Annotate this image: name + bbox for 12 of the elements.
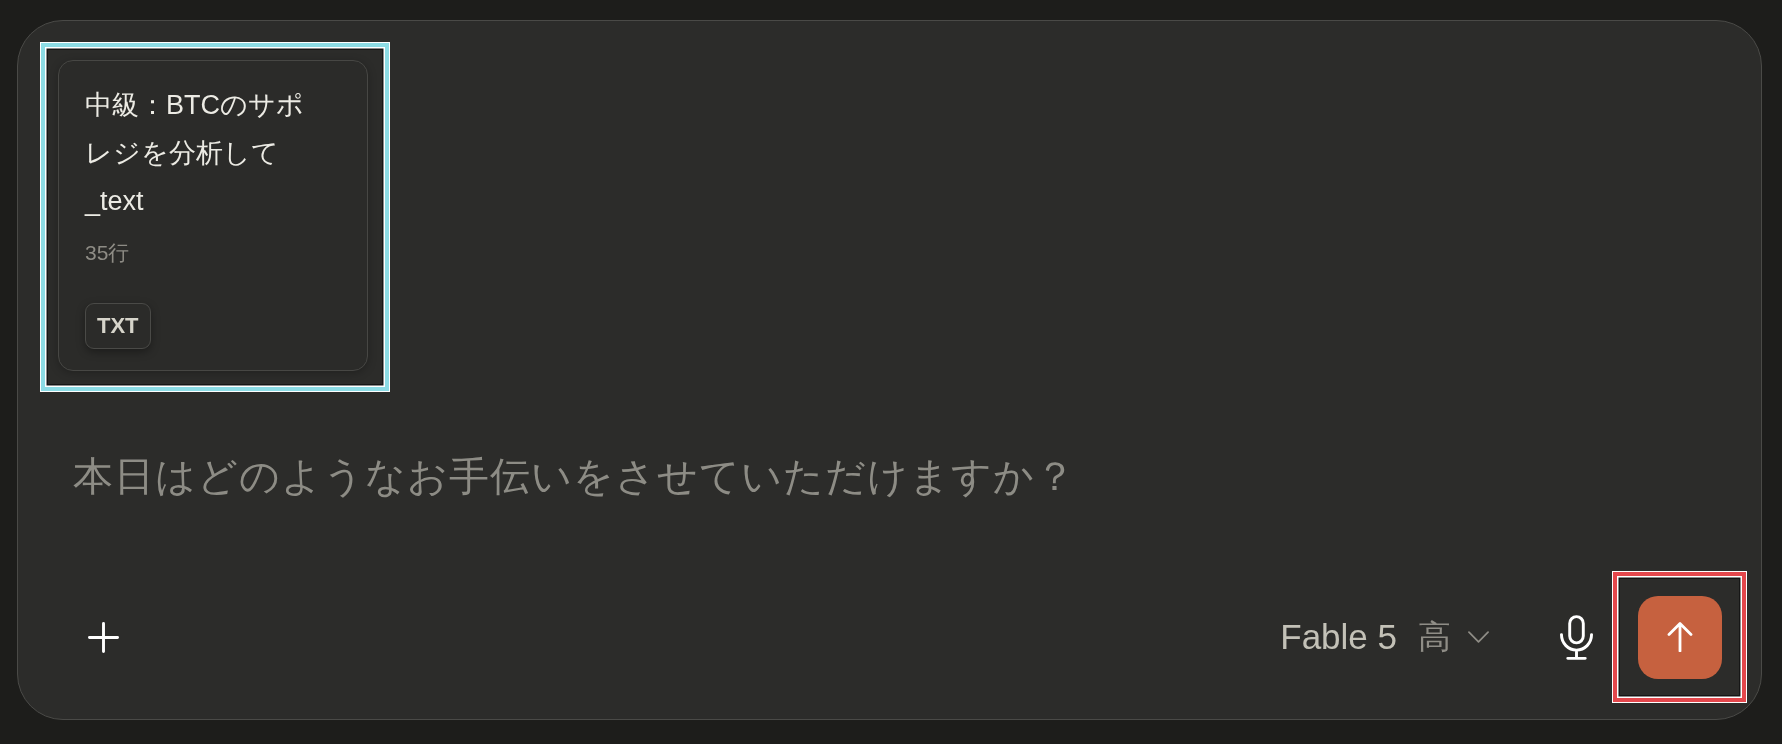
line-count: 35行 — [85, 240, 130, 266]
model-selector[interactable]: Fable 5 高 — [1272, 608, 1497, 666]
message-input[interactable]: 本日はどのようなお手伝いをさせていただけますか？ — [73, 446, 1373, 506]
attachment-title: 中級：BTCのサポレジを分析して_text — [85, 89, 305, 218]
send-button[interactable] — [1638, 595, 1722, 679]
attachment-card[interactable]: 中級：BTCのサポレジを分析して_text 35行 TXT — [58, 60, 368, 371]
chevron-down-icon — [1468, 631, 1489, 643]
file-type-label: TXT — [85, 303, 151, 349]
effort-label: 高 — [1418, 616, 1451, 657]
plus-icon — [87, 621, 119, 653]
arrow-up-icon — [1667, 622, 1693, 652]
microphone-icon — [1559, 614, 1593, 660]
